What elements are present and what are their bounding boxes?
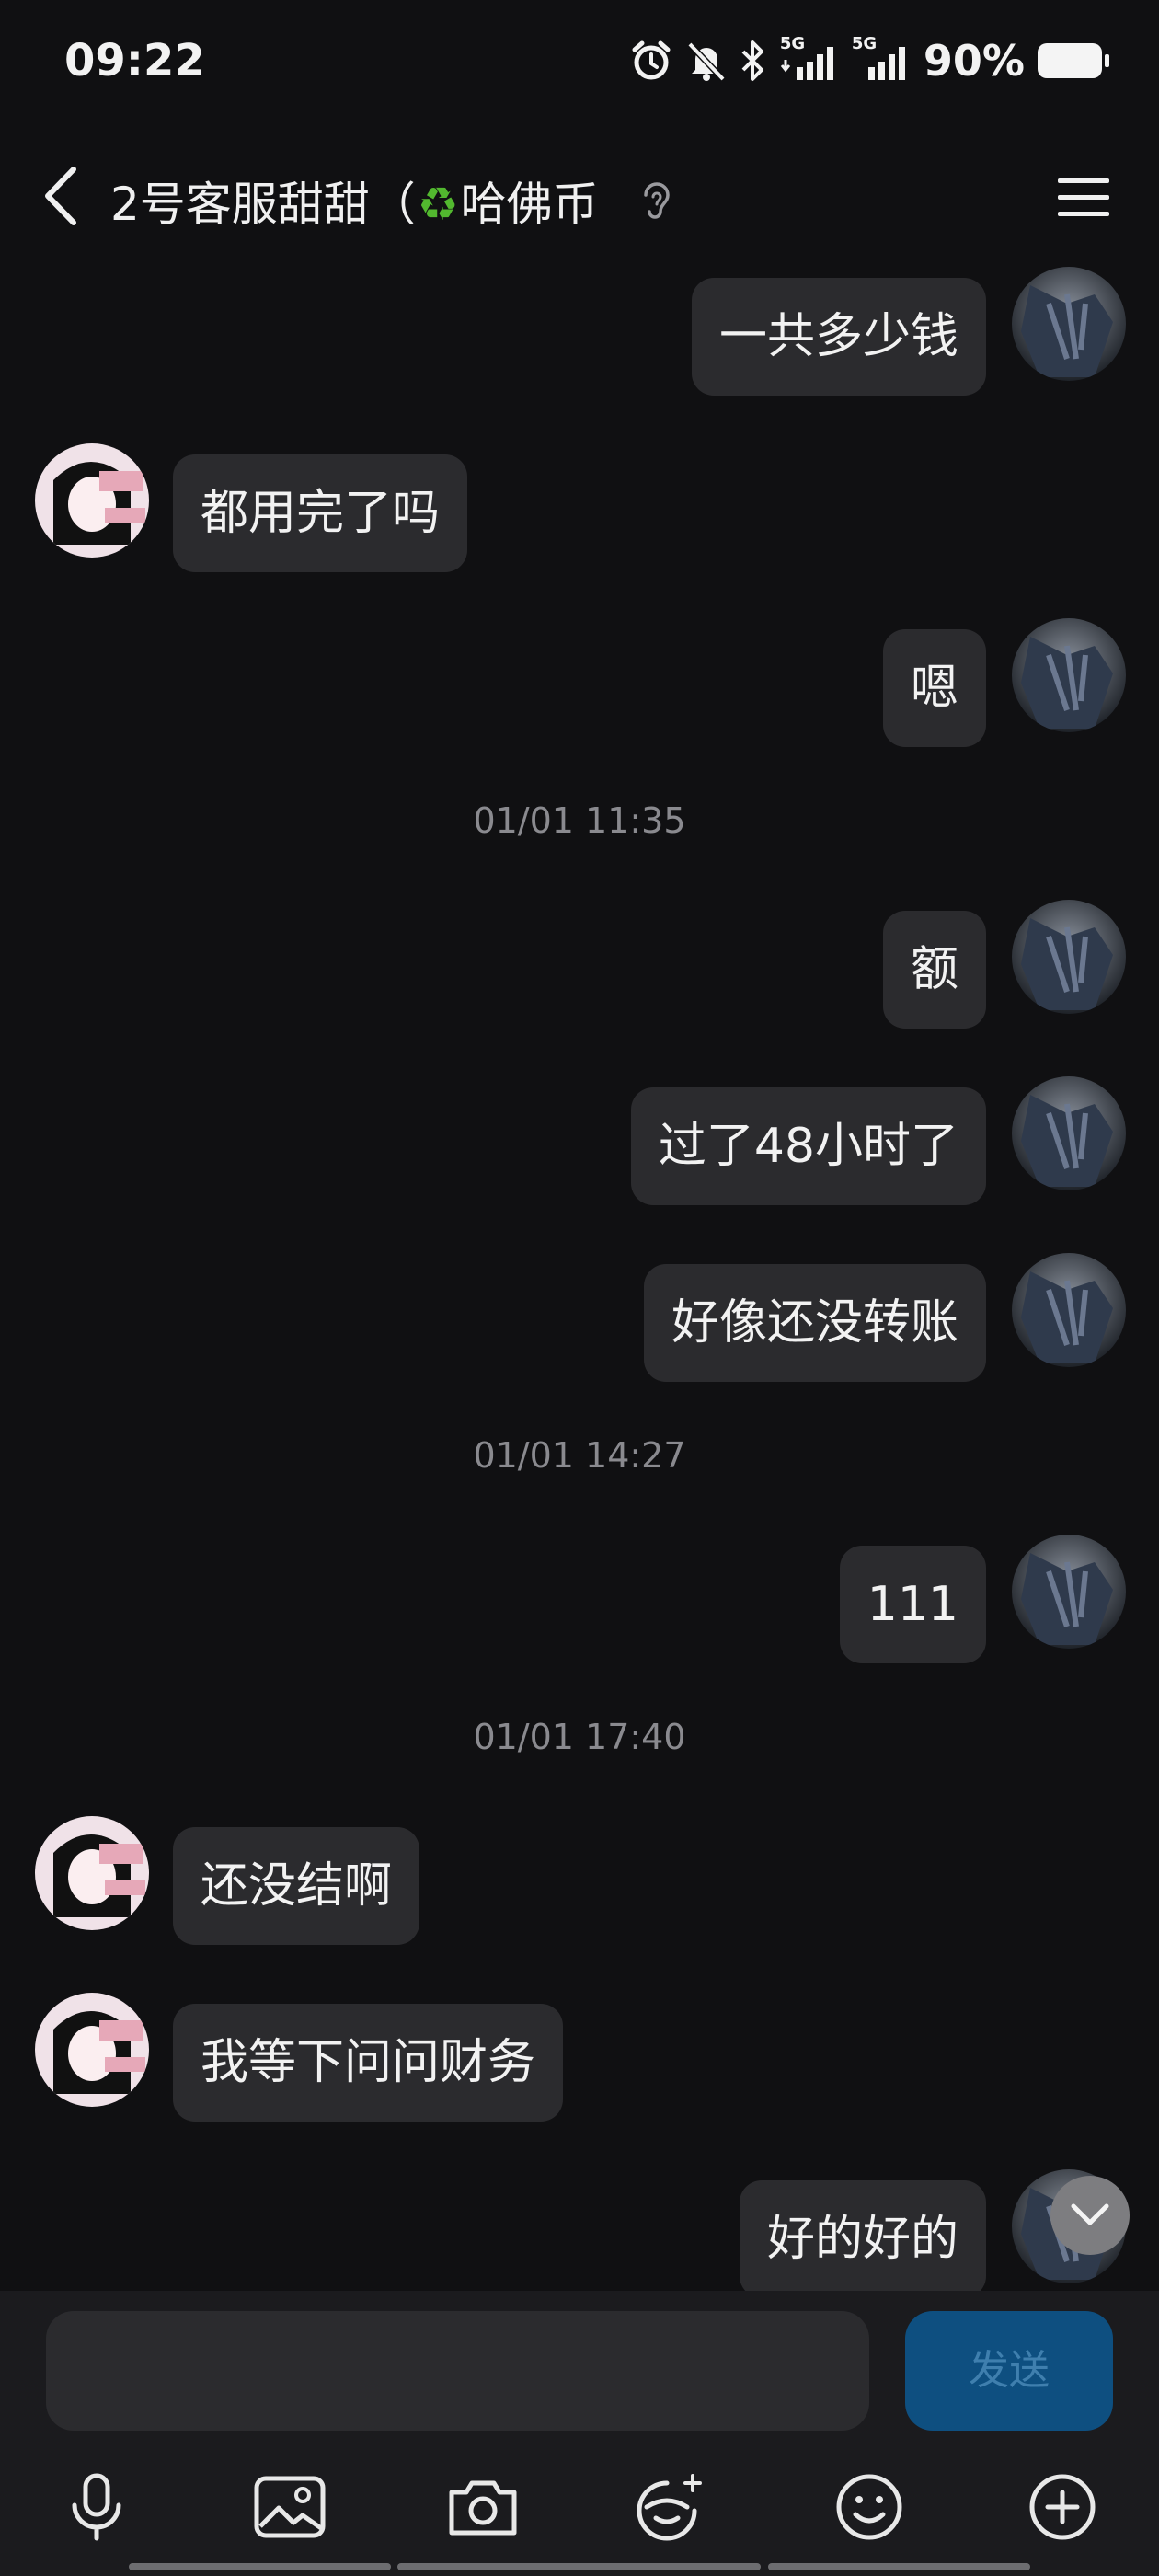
nav-gesture-bar	[129, 2563, 391, 2570]
more-button[interactable]	[1016, 2461, 1108, 2553]
message-bubble[interactable]: 嗯	[882, 629, 986, 747]
message-row: 好的好的	[0, 2169, 1159, 2291]
menu-button[interactable]	[1052, 169, 1115, 224]
microphone-icon	[72, 2473, 121, 2541]
avatar[interactable]	[1012, 1253, 1126, 1367]
chevron-left-icon	[45, 167, 76, 225]
status-time: 09:22	[64, 35, 205, 86]
message-list[interactable]: 一共多少钱 都用完了吗 嗯 01/01 11:35 额 过了48小时了 好像还没…	[0, 258, 1159, 2291]
microphone-button[interactable]	[51, 2461, 143, 2553]
message-row: 我等下问问财务	[0, 1993, 1159, 2131]
message-row: 都用完了吗	[0, 443, 1159, 581]
avatar[interactable]	[35, 1993, 149, 2107]
chat-header: 2号客服甜甜（♻哈佛币	[0, 147, 1159, 248]
message-row: 111	[0, 1535, 1159, 1673]
signal-5g-icon: 5G	[780, 34, 839, 84]
status-bar: 09:22 5G 5G 90%	[0, 0, 1159, 129]
message-row: 一共多少钱	[0, 267, 1159, 405]
title-prefix: 2号客服甜甜（	[110, 178, 416, 231]
send-button[interactable]: 发送	[905, 2311, 1113, 2431]
menu-icon	[1058, 178, 1109, 216]
alarm-icon	[632, 40, 671, 80]
recycle-emoji-icon: ♻	[417, 178, 459, 231]
title-suffix: 哈佛币	[460, 178, 599, 231]
battery-icon	[1038, 43, 1109, 78]
nav-gesture-bar	[768, 2563, 1030, 2570]
message-bubble[interactable]: 过了48小时了	[630, 1087, 986, 1205]
ear-icon[interactable]	[638, 177, 675, 224]
message-bubble[interactable]: 我等下问问财务	[173, 2004, 564, 2122]
avatar[interactable]	[1012, 900, 1126, 1014]
camera-icon	[449, 2480, 517, 2536]
plus-icon	[1029, 2474, 1096, 2540]
bluetooth-icon	[741, 40, 763, 81]
avatar[interactable]	[35, 1816, 149, 1930]
camera-button[interactable]	[437, 2461, 529, 2553]
toolbar	[0, 2461, 1159, 2562]
avatar[interactable]	[1012, 267, 1126, 381]
message-bubble[interactable]: 111	[839, 1546, 986, 1663]
message-row: 嗯	[0, 618, 1159, 756]
message-row: 额	[0, 900, 1159, 1038]
scroll-to-bottom-button[interactable]	[1050, 2176, 1130, 2255]
back-button[interactable]	[33, 164, 88, 228]
message-bubble[interactable]: 都用完了吗	[173, 454, 468, 572]
message-row: 过了48小时了	[0, 1076, 1159, 1214]
image-icon	[254, 2476, 326, 2538]
status-icons: 5G 5G 90%	[629, 34, 1109, 86]
composer: 发送	[0, 2291, 1159, 2576]
message-bubble[interactable]: 好的好的	[739, 2180, 986, 2291]
timestamp: 01/01 11:35	[473, 800, 686, 841]
bell-muted-icon	[687, 41, 726, 82]
battery-percent: 90%	[923, 36, 1025, 86]
message-bubble[interactable]: 一共多少钱	[691, 278, 986, 396]
chat-title[interactable]: 2号客服甜甜（♻哈佛币	[110, 167, 599, 234]
signal-5g-icon: 5G	[852, 34, 911, 84]
timestamp: 01/01 17:40	[473, 1717, 686, 1757]
message-row: 还没结啊	[0, 1816, 1159, 1954]
sticker-button[interactable]	[625, 2461, 717, 2553]
message-bubble[interactable]: 好像还没转账	[643, 1264, 986, 1382]
sticker-icon	[637, 2474, 702, 2541]
timestamp: 01/01 14:27	[473, 1435, 686, 1476]
message-row: 好像还没转账	[0, 1253, 1159, 1391]
emoji-icon	[836, 2474, 902, 2540]
image-button[interactable]	[244, 2461, 336, 2553]
chevron-down-icon	[1071, 2203, 1109, 2225]
nav-gesture-bar	[397, 2563, 761, 2570]
avatar[interactable]	[1012, 1535, 1126, 1649]
avatar[interactable]	[1012, 618, 1126, 732]
avatar[interactable]	[1012, 1076, 1126, 1190]
emoji-button[interactable]	[823, 2461, 915, 2553]
message-bubble[interactable]: 额	[882, 911, 986, 1029]
avatar[interactable]	[35, 443, 149, 558]
message-input[interactable]	[46, 2311, 869, 2431]
message-bubble[interactable]: 还没结啊	[173, 1827, 420, 1945]
